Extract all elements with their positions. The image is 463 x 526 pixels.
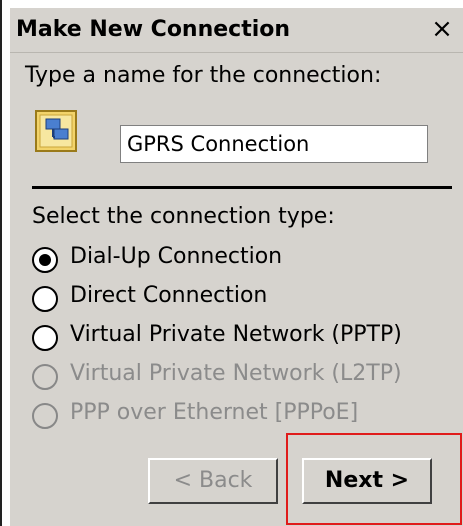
option-vpn-pptp[interactable]: Virtual Private Network (PPTP) [32,322,452,354]
option-direct-connection[interactable]: Direct Connection [32,283,452,315]
radio-dial-up-selected[interactable] [32,247,58,273]
top-margin [0,0,463,8]
name-prompt-label: Type a name for the connection: [25,63,382,88]
network-connection-icon [35,110,77,152]
option-label: PPP over Ethernet [PPPoE] [70,400,359,425]
radio-direct[interactable] [32,286,58,312]
radio-vpn-pptp[interactable] [32,325,58,351]
section-divider [32,186,452,189]
next-button-highlight [286,433,462,525]
close-button[interactable]: × [429,16,455,42]
left-edge [0,0,2,526]
radio-vpn-l2tp [32,364,58,390]
option-label: Dial-Up Connection [70,244,283,269]
type-prompt-label: Select the connection type: [32,204,335,229]
option-label: Direct Connection [70,283,268,308]
back-button[interactable]: < Back [148,458,278,504]
connection-name-input[interactable]: GPRS Connection [120,125,428,163]
title-bar: Make New Connection × [10,8,463,53]
option-pppoe: PPP over Ethernet [PPPoE] [32,400,452,432]
dialog-title: Make New Connection [16,17,291,42]
option-label: Virtual Private Network (PPTP) [70,322,402,347]
option-dial-up-connection[interactable]: Dial-Up Connection [32,244,452,276]
radio-pppoe [32,403,58,429]
option-vpn-l2tp: Virtual Private Network (L2TP) [32,361,452,393]
option-label: Virtual Private Network (L2TP) [70,361,402,386]
